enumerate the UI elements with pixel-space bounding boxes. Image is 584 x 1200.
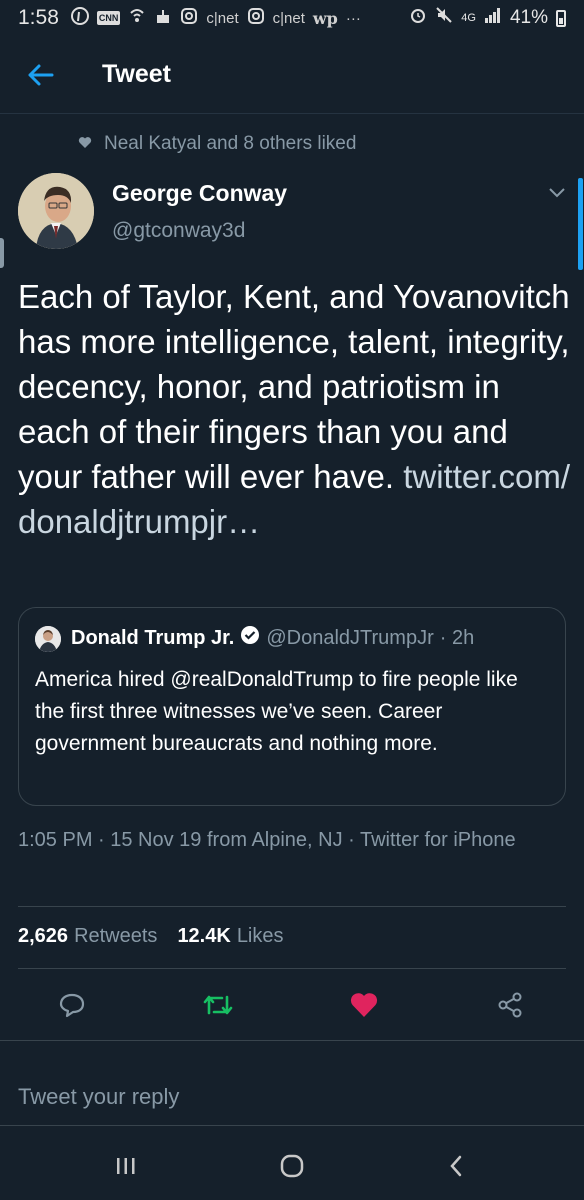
retweets-label[interactable]: Retweets xyxy=(74,925,157,948)
system-back-button[interactable] xyxy=(426,1144,486,1188)
next-reply-preview xyxy=(0,1040,584,1060)
share-button[interactable] xyxy=(490,982,530,1028)
back-arrow-icon xyxy=(28,64,54,85)
likes-label[interactable]: Likes xyxy=(237,925,284,948)
share-icon xyxy=(498,992,522,1018)
cake-icon xyxy=(154,7,172,29)
author-handle[interactable]: @gtconway3d xyxy=(112,219,245,243)
quoted-author-name: Donald Trump Jr. xyxy=(71,626,235,649)
system-nav-bar xyxy=(0,1130,584,1200)
heart-icon xyxy=(78,136,92,152)
page-title: Tweet xyxy=(102,60,171,88)
home-button[interactable] xyxy=(262,1144,322,1188)
retweet-icon xyxy=(203,995,233,1015)
cnet-icon: c|net xyxy=(272,9,305,27)
instagram-icon xyxy=(180,7,198,29)
social-context[interactable]: Neal Katyal and 8 others liked xyxy=(78,133,356,155)
quoted-time: · 2h xyxy=(439,626,475,649)
edge-panel-handle[interactable] xyxy=(0,238,4,268)
likes-count[interactable]: 12.4K xyxy=(177,925,230,948)
reply-input[interactable] xyxy=(18,1082,558,1112)
author-name[interactable]: George Conway xyxy=(112,180,287,207)
tweet-text: Each of Taylor, Kent, and Yovanovitch ha… xyxy=(18,274,578,544)
tweet-stats: 2,626 Retweets 12.4K Likes xyxy=(18,925,298,948)
quoted-author-handle: @DonaldJTrumpJr xyxy=(266,626,434,649)
quoted-text: America hired @realDonaldTrump to fire p… xyxy=(35,668,518,755)
retweet-button[interactable] xyxy=(198,982,238,1028)
back-chevron-icon xyxy=(450,1155,462,1177)
like-button[interactable] xyxy=(344,982,384,1028)
more-notifications-icon: ··· xyxy=(345,9,361,27)
scrollbar[interactable] xyxy=(578,178,583,270)
mute-icon xyxy=(435,6,453,30)
quoted-tweet[interactable]: Donald Trump Jr. @DonaldJTrumpJr · 2h Am… xyxy=(18,607,566,806)
status-time: 1:58 xyxy=(18,6,59,29)
avatar[interactable] xyxy=(18,173,94,249)
divider xyxy=(18,906,566,907)
cnet-icon: c|net xyxy=(206,9,239,27)
retweets-count[interactable]: 2,626 xyxy=(18,925,68,948)
social-context-text: Neal Katyal and 8 others liked xyxy=(104,133,357,154)
home-icon xyxy=(280,1154,304,1178)
reply-icon xyxy=(59,993,85,1018)
heart-filled-icon xyxy=(350,993,378,1017)
washington-post-icon: wp xyxy=(312,8,338,28)
network-label: 4G xyxy=(461,11,476,24)
pinterest-icon xyxy=(70,7,89,29)
tweet-actions xyxy=(0,982,584,1028)
cnn-icon: CNN xyxy=(96,11,121,25)
recent-apps-icon xyxy=(117,1158,135,1174)
status-bar: 1:58 CNN c|net c|net wp ··· 4G 41% xyxy=(0,0,584,36)
quoted-header: Donald Trump Jr. @DonaldJTrumpJr · 2h xyxy=(71,625,474,651)
app-header: Tweet xyxy=(0,36,584,114)
tweet-menu-button[interactable] xyxy=(548,186,566,204)
battery-icon xyxy=(556,9,566,27)
recent-apps-button[interactable] xyxy=(96,1144,156,1188)
signal-icon xyxy=(484,7,502,29)
notification-icons: CNN c|net c|net wp ··· xyxy=(70,7,361,29)
tweet-meta: 1:05 PM · 15 Nov 19 from Alpine, NJ · Tw… xyxy=(18,829,516,851)
divider xyxy=(18,968,566,969)
alarm-icon xyxy=(409,6,427,30)
reply-button[interactable] xyxy=(52,982,92,1028)
reply-bar xyxy=(0,1060,584,1126)
instagram-icon xyxy=(247,7,265,29)
battery-percent: 41% xyxy=(509,7,548,28)
chevron-down-icon xyxy=(549,188,565,198)
status-right: 4G 41% xyxy=(409,6,566,30)
verified-badge-icon xyxy=(240,625,260,651)
back-button[interactable] xyxy=(0,36,80,114)
wifi-call-icon xyxy=(128,7,146,29)
quoted-avatar xyxy=(35,626,61,652)
